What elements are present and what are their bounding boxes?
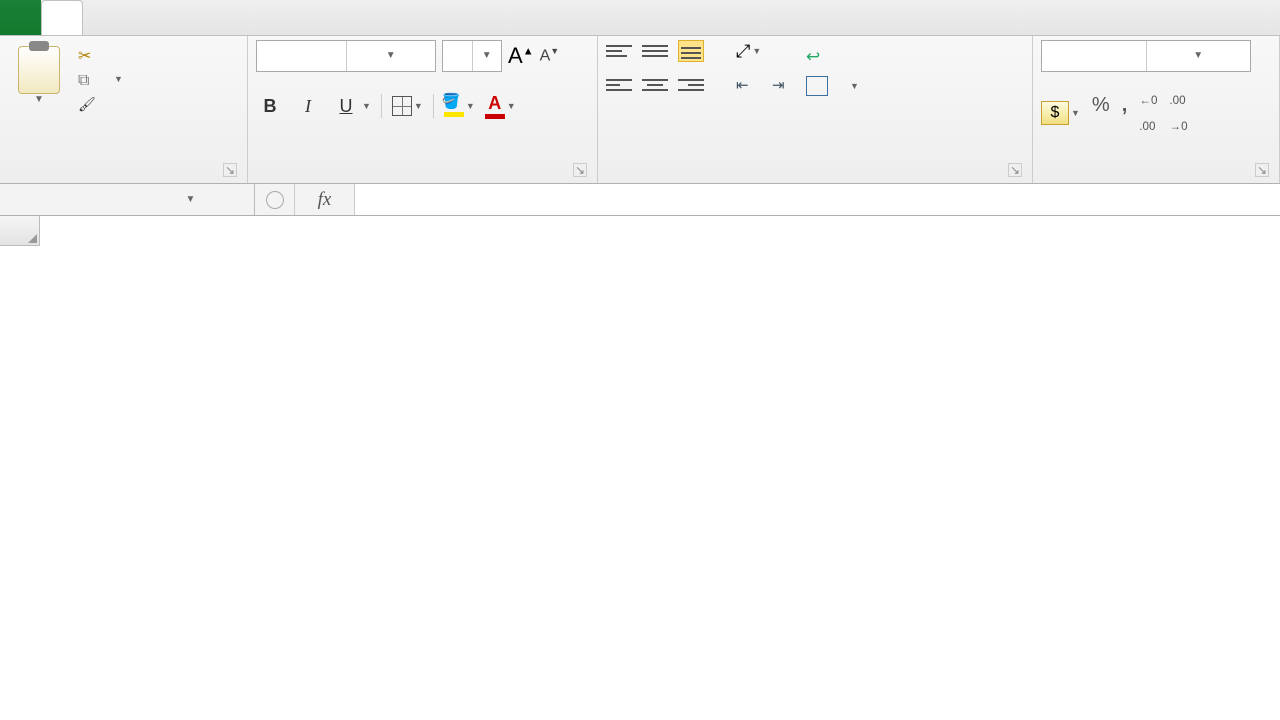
number-format-combo[interactable]: ▼ — [1041, 40, 1251, 72]
merge-icon — [806, 76, 828, 96]
chevron-down-icon: ▼ — [346, 41, 436, 71]
fill-color-button[interactable]: ▼ — [444, 96, 475, 117]
align-top-button[interactable] — [606, 40, 632, 62]
tab-file[interactable] — [0, 0, 41, 35]
grow-font-button[interactable]: A▲ — [508, 43, 534, 69]
copy-button[interactable]: ▼ — [78, 70, 123, 88]
paste-button[interactable]: ▼ — [8, 40, 70, 105]
align-right-button[interactable] — [678, 74, 704, 96]
align-left-button[interactable] — [606, 74, 632, 96]
chevron-down-icon: ▼ — [472, 41, 502, 71]
comma-style-button[interactable]: , — [1122, 94, 1128, 132]
orientation-button[interactable]: ⤢▼ — [736, 41, 761, 62]
align-center-button[interactable] — [642, 74, 668, 96]
font-color-icon: A — [488, 93, 501, 114]
formula-input[interactable] — [355, 184, 1280, 215]
brush-icon — [78, 94, 98, 112]
clipboard-launcher[interactable]: ↘ — [223, 163, 237, 177]
number-launcher[interactable]: ↘ — [1255, 163, 1269, 177]
orientation-icon: ⤢ — [736, 41, 750, 62]
alignment-launcher[interactable]: ↘ — [1008, 163, 1022, 177]
tab-formulas[interactable] — [165, 0, 206, 35]
font-color-button[interactable]: A▼ — [485, 93, 516, 119]
increase-indent-button[interactable]: ⇥ — [772, 74, 798, 96]
font-launcher[interactable]: ↘ — [573, 163, 587, 177]
tab-home[interactable] — [41, 0, 83, 35]
name-box[interactable]: ▼ — [0, 184, 255, 215]
italic-button[interactable]: I — [294, 92, 322, 120]
tab-insert[interactable] — [83, 0, 124, 35]
tab-review[interactable] — [247, 0, 288, 35]
select-all-corner[interactable] — [0, 216, 40, 246]
decrease-indent-button[interactable]: ⇤ — [736, 74, 762, 96]
increase-decimal-button[interactable]: ←0.00 — [1139, 94, 1157, 132]
cancel-formula-button[interactable] — [255, 184, 295, 215]
wrap-text-button[interactable] — [806, 46, 859, 66]
dollar-icon: $ — [1041, 101, 1069, 125]
tab-data[interactable] — [206, 0, 247, 35]
cut-button[interactable] — [78, 46, 123, 64]
paste-icon — [18, 46, 60, 94]
ribbon: ▼ ▼ ↘ ▼ ▼ A▲ A▼ B I U▼ ▼ — [0, 36, 1280, 184]
borders-button[interactable]: ▼ — [392, 96, 423, 116]
ribbon-tabs — [0, 0, 1280, 36]
insert-function-button[interactable]: fx — [295, 184, 355, 215]
merge-center-button[interactable]: ▼ — [806, 76, 859, 96]
decrease-decimal-button[interactable]: .00→0 — [1169, 94, 1187, 132]
wrap-text-icon — [806, 46, 828, 66]
percent-button[interactable]: % — [1092, 94, 1110, 132]
font-size-combo[interactable]: ▼ — [442, 40, 502, 72]
formula-bar: ▼ fx — [0, 184, 1280, 216]
format-painter-button[interactable] — [78, 94, 123, 112]
tab-page-layout[interactable] — [124, 0, 165, 35]
bucket-icon — [444, 96, 464, 112]
bold-button[interactable]: B — [256, 92, 284, 120]
tab-view[interactable] — [288, 0, 329, 35]
column-headers — [0, 216, 1280, 246]
font-name-combo[interactable]: ▼ — [256, 40, 436, 72]
align-middle-button[interactable] — [642, 40, 668, 62]
chevron-down-icon: ▼ — [127, 194, 254, 205]
copy-icon — [78, 70, 98, 88]
align-bottom-button[interactable] — [678, 40, 704, 62]
accounting-format-button[interactable]: $▼ — [1041, 94, 1080, 132]
shrink-font-button[interactable]: A▼ — [540, 46, 560, 65]
scissors-icon — [78, 46, 98, 64]
border-icon — [392, 96, 412, 116]
chevron-down-icon: ▼ — [1146, 41, 1251, 71]
underline-button[interactable]: U▼ — [332, 92, 371, 120]
